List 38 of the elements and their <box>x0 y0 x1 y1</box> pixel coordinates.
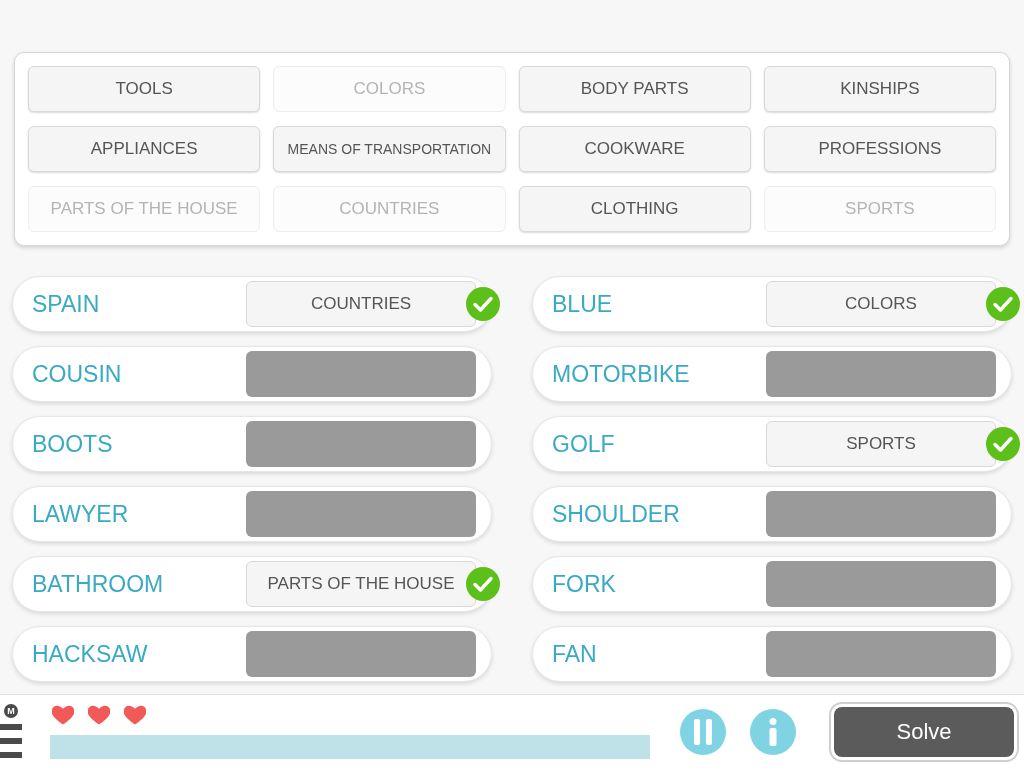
menu-icon[interactable] <box>0 724 22 758</box>
category-tile[interactable]: KINSHIPS <box>763 66 996 112</box>
category-tile[interactable]: TOOLS <box>28 66 261 112</box>
category-tile[interactable]: COOKWARE <box>518 126 751 172</box>
placed-category-tile[interactable]: COLORS <box>766 281 996 327</box>
info-button[interactable] <box>750 708 796 755</box>
drop-slot[interactable] <box>766 631 996 677</box>
word-label: BATHROOM <box>32 569 165 599</box>
word-label: BOOTS <box>32 429 114 459</box>
info-icon <box>769 717 777 746</box>
drop-slot[interactable] <box>246 351 476 397</box>
word-label: FAN <box>552 639 598 669</box>
word-label: SPAIN <box>32 289 101 319</box>
drop-slot[interactable] <box>766 561 996 607</box>
word-label: GOLF <box>552 429 616 459</box>
placed-category-tile[interactable]: COUNTRIES <box>246 281 476 327</box>
pause-icon <box>694 718 712 745</box>
word-label: LAWYER <box>32 499 130 529</box>
menu-badge: M <box>4 704 18 718</box>
drop-slot[interactable] <box>246 631 476 677</box>
category-tile[interactable]: BODY PARTS <box>518 66 751 112</box>
word-label: COUSIN <box>32 359 123 389</box>
word-label: FORK <box>552 569 617 599</box>
word-label: BLUE <box>552 289 614 319</box>
drop-slot[interactable] <box>246 491 476 537</box>
word-label: MOTORBIKE <box>552 359 691 389</box>
drop-slot[interactable] <box>246 421 476 467</box>
placed-category-tile[interactable]: SPORTS <box>766 421 996 467</box>
placed-category-tile[interactable]: PARTS OF THE HOUSE <box>246 561 476 607</box>
drop-slot[interactable] <box>766 491 996 537</box>
word-label: HACKSAW <box>32 639 149 669</box>
drop-slot[interactable] <box>766 351 996 397</box>
pause-button[interactable] <box>680 708 726 755</box>
category-tile[interactable]: APPLIANCES <box>28 126 261 172</box>
category-tile[interactable]: PROFESSIONS <box>763 126 996 172</box>
category-tile[interactable]: CLOTHING <box>518 186 751 232</box>
word-label: SHOULDER <box>552 499 681 529</box>
category-tile[interactable]: MEANS OF TRANSPORTATION <box>273 126 506 172</box>
